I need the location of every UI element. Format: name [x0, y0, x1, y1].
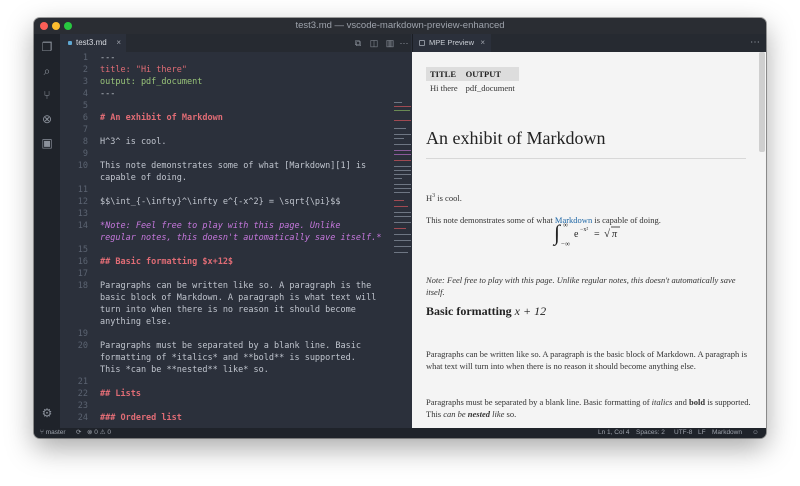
tab-test3-md[interactable]: test3.md × [60, 34, 126, 52]
maximize-window-button[interactable] [64, 22, 72, 30]
search-icon[interactable]: ⌕ [40, 64, 54, 78]
preview-heading-1: An exhibit of Markdown [426, 128, 606, 148]
open-preview-icon[interactable]: ⧉ [352, 37, 364, 49]
code-line: This *can be **nested** like* so. [100, 365, 269, 375]
code-line: 2 title: "Hi there" [82, 65, 187, 75]
code-line: 15 [77, 245, 88, 255]
code-line: basic block of Markdown. A paragraph is … [100, 293, 377, 303]
code-line: formatting of *italics* and **bold** is … [100, 353, 356, 363]
close-tab-icon[interactable]: × [480, 34, 485, 52]
code-line: 9 [82, 149, 88, 159]
tab-label: test3.md [76, 38, 107, 47]
markdown-file-icon [68, 41, 72, 45]
code-line: 23 [77, 401, 88, 411]
svg-text:e: e [574, 229, 579, 240]
sync-icon[interactable]: ⟳ [76, 428, 81, 438]
code-line: 4 --- [82, 89, 116, 99]
svg-text:−∞: −∞ [561, 240, 570, 248]
table-cell: Hi there [430, 83, 458, 93]
table-cell: pdf_document [465, 83, 515, 93]
language-mode[interactable]: Markdown [712, 428, 742, 438]
math-equation: ∫ ∞ −∞ e −x² = √ π [552, 218, 642, 251]
vscode-window: test3.md — vscode-markdown-preview-enhan… [34, 18, 766, 438]
preview-icon [419, 40, 425, 46]
code-line: 11 [77, 185, 88, 195]
problems-status[interactable]: ⊗ 0 ⚠ 0 [87, 428, 111, 438]
line-ending[interactable]: LF [698, 428, 706, 438]
code-line: 17 [77, 269, 88, 279]
window-title: test3.md — vscode-markdown-preview-enhan… [295, 20, 505, 31]
heading-rule [426, 158, 746, 159]
minimize-window-button[interactable] [52, 22, 60, 30]
preview-heading-2: Basic formatting x + 12 [426, 304, 547, 318]
cursor-position[interactable]: Ln 1, Col 4 [598, 428, 629, 438]
preview-paragraph: H3 is cool. [426, 192, 462, 203]
minimap[interactable] [394, 102, 411, 262]
title-bar: test3.md — vscode-markdown-preview-enhan… [34, 18, 766, 34]
explorer-icon[interactable]: ❐ [40, 40, 54, 54]
code-line: 19 [77, 329, 88, 339]
code-line: regular notes, this doesn't automaticall… [100, 233, 382, 243]
feedback-icon[interactable]: ☺ [752, 428, 759, 438]
integral-formula-icon: ∫ ∞ −∞ e −x² = √ π [552, 220, 620, 248]
activity-bar: ❐ ⌕ ⑂ ⊗ ▣ ⚙ [34, 34, 60, 428]
preview-scrollbar[interactable] [759, 52, 765, 152]
code-line: 13 [77, 209, 88, 219]
preview-paragraph: Paragraphs must be separated by a blank … [426, 397, 751, 419]
code-line: turn into when there is no reason it sho… [100, 305, 356, 315]
code-line: 6 # An exhibit of Markdown [82, 113, 223, 123]
code-line: anything else. [100, 317, 172, 327]
indentation[interactable]: Spaces: 2 [636, 428, 665, 438]
table-header: OUTPUT [461, 67, 519, 81]
code-line: 12 $$\int_{-\infty}^\infty e^{-x^2} = \sq… [77, 197, 341, 207]
extensions-icon[interactable]: ▣ [40, 136, 54, 150]
code-line: 8 H^3^ is cool. [82, 137, 167, 147]
gear-icon[interactable]: ⚙ [40, 406, 54, 420]
markdown-preview[interactable]: TITLE OUTPUT Hi there pdf_document An ex… [412, 52, 766, 428]
debug-icon[interactable]: ⊗ [40, 112, 54, 126]
tab-mpe-preview[interactable]: MPE Preview × [413, 34, 491, 52]
code-line: 24 ### Ordered list [77, 413, 182, 423]
more-actions-icon[interactable]: ⋯ [750, 37, 760, 49]
status-bar: ⑂ master ⟳ ⊗ 0 ⚠ 0 Ln 1, Col 4 Spaces: 2… [34, 428, 766, 438]
code-editor[interactable]: 1 --- 2 title: "Hi there" 3 output: pdf_doc… [60, 52, 411, 428]
preview-tab-bar: MPE Preview × ⋯ [412, 34, 766, 52]
front-matter-table: TITLE OUTPUT Hi there pdf_document [426, 67, 519, 95]
code-line: 18 Paragraphs can be written like so. A p… [77, 281, 372, 291]
code-line: 14 *Note: Feel free to play with this pag… [77, 221, 341, 231]
code-line: 22 ## Lists [77, 389, 141, 399]
preview-side-icon[interactable]: ◫ [368, 37, 380, 49]
svg-text:=: = [594, 229, 600, 240]
more-actions-icon[interactable]: ⋯ [398, 37, 410, 49]
source-control-icon[interactable]: ⑂ [40, 88, 54, 102]
preview-paragraph: Paragraphs can be written like so. A par… [426, 349, 748, 371]
close-tab-icon[interactable]: × [116, 34, 121, 52]
split-editor-icon[interactable]: ▥ [384, 37, 396, 49]
code-line: 10 This note demonstrates some of what [M… [77, 161, 367, 171]
code-line: 21 [77, 377, 88, 387]
editor-tab-bar: test3.md × ⧉ ◫ ▥ ⋯ [60, 34, 411, 52]
code-line: 1 --- [82, 53, 116, 63]
svg-text:∞: ∞ [563, 221, 568, 229]
code-line: capable of doing. [100, 173, 187, 183]
code-line: 3 output: pdf_document [82, 77, 203, 87]
branch-status[interactable]: ⑂ master [40, 428, 66, 438]
preview-note: Note: Feel free to play with this page. … [426, 275, 736, 297]
preview-tab-label: MPE Preview [429, 38, 475, 47]
table-header: TITLE [426, 67, 462, 81]
code-line: 7 [82, 125, 88, 135]
svg-text:√: √ [604, 228, 611, 240]
code-line: 5 [82, 101, 88, 111]
code-line: 16 ## Basic formatting $x+12$ [77, 257, 234, 267]
close-window-button[interactable] [40, 22, 48, 30]
svg-text:−x²: −x² [580, 227, 588, 233]
code-line: 20 Paragraphs must be separated by a blan… [77, 341, 361, 351]
svg-text:π: π [612, 229, 618, 240]
encoding[interactable]: UTF-8 [674, 428, 692, 438]
